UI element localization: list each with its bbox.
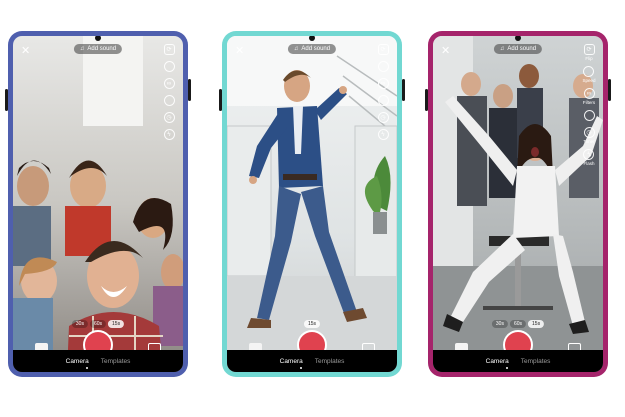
- bottom-tab-bar: Camera Templates: [433, 350, 603, 372]
- active-tab-indicator: [86, 367, 88, 369]
- close-icon[interactable]: ✕: [441, 46, 450, 57]
- timer-tool[interactable]: ◷: [163, 112, 175, 124]
- flash-icon: ϟ: [377, 129, 389, 140]
- bottom-tab-bar: Camera Templates: [227, 350, 397, 372]
- filters-icon: ∞: [583, 88, 595, 99]
- phone-frame-2: ✕ ♫Add sound ⟳ ∞ ◷ ϟ 15s Effects Upload …: [219, 31, 405, 377]
- phone-side-button: [188, 79, 191, 101]
- filters-tool[interactable]: ∞ Filters: [583, 88, 595, 105]
- flip-icon: ⟳: [583, 44, 595, 55]
- duration-selector: 30s 60s 15s: [71, 320, 125, 328]
- camera-tools-toolbar: ⟳ ∞ ◷ ϟ: [160, 44, 178, 141]
- tab-templates[interactable]: Templates: [521, 358, 551, 365]
- beauty-tool[interactable]: [583, 110, 595, 122]
- flip-icon: ⟳: [377, 44, 389, 55]
- flip-tool[interactable]: ⟳: [163, 44, 175, 56]
- flash-icon: ϟ: [163, 129, 175, 140]
- close-icon[interactable]: ✕: [21, 46, 30, 57]
- camera-tools-toolbar: ⟳ ∞ ◷ ϟ: [374, 44, 392, 141]
- flash-tool[interactable]: ϟ: [163, 129, 175, 141]
- timer-tool[interactable]: ◷ Timer: [583, 127, 595, 144]
- flip-icon: ⟳: [163, 44, 175, 55]
- add-sound-button[interactable]: ♫ Add sound: [73, 44, 123, 54]
- music-note-icon: ♫: [293, 46, 299, 52]
- music-note-icon: ♫: [79, 46, 85, 52]
- camera-screen-1: ✕ ♫Add sound ⟳ ∞ ◷ ϟ 30s 60s 15s Effects…: [13, 36, 183, 372]
- duration-option-selected[interactable]: 15s: [108, 320, 125, 328]
- close-icon[interactable]: ✕: [235, 46, 244, 57]
- music-note-icon: ♫: [499, 46, 505, 52]
- speed-tool[interactable]: [163, 61, 175, 73]
- add-sound-button[interactable]: ♫ Add sound: [287, 44, 337, 54]
- duration-option-selected[interactable]: 15s: [303, 320, 321, 328]
- timer-icon: ◷: [377, 112, 389, 123]
- duration-option[interactable]: 30s: [71, 320, 88, 328]
- flip-tool[interactable]: ⟳ Flip: [583, 44, 595, 61]
- beauty-icon: [163, 95, 175, 106]
- tab-camera[interactable]: Camera: [280, 358, 303, 365]
- phone-side-button: [5, 89, 8, 111]
- duration-option[interactable]: 30s: [491, 320, 508, 328]
- phone-side-button: [219, 89, 222, 111]
- speed-icon: [163, 61, 175, 72]
- duration-option-selected[interactable]: 15s: [528, 320, 545, 328]
- add-sound-button[interactable]: ♫ Add sound: [493, 44, 543, 54]
- beauty-tool[interactable]: [163, 95, 175, 107]
- timer-tool[interactable]: ◷: [377, 112, 389, 124]
- flash-icon: ϟ: [583, 149, 595, 160]
- active-tab-indicator: [300, 367, 302, 369]
- duration-selector: 30s 60s 15s: [491, 320, 545, 328]
- flash-tool[interactable]: ϟ: [377, 129, 389, 141]
- tab-templates[interactable]: Templates: [315, 358, 345, 365]
- camera-tools-toolbar: ⟳ Flip Speed ∞ Filters ◷ Timer ϟ Flash: [580, 44, 598, 166]
- add-sound-label: Add sound: [87, 46, 117, 52]
- filters-tool[interactable]: ∞: [163, 78, 175, 90]
- bottom-tab-bar: Camera Templates: [13, 350, 183, 372]
- camera-screen-2: ✕ ♫Add sound ⟳ ∞ ◷ ϟ 15s Effects Upload …: [227, 36, 397, 372]
- beauty-tool[interactable]: [377, 95, 389, 107]
- add-sound-label: Add sound: [301, 46, 331, 52]
- active-tab-indicator: [506, 367, 508, 369]
- phone-frame-1: ✕ ♫Add sound ⟳ ∞ ◷ ϟ 30s 60s 15s Effects…: [5, 31, 191, 377]
- timer-icon: ◷: [583, 127, 595, 138]
- camera-screen-3: ✕ ♫ Add sound ⟳ Flip Speed ∞ Filters ◷ Timer…: [433, 36, 603, 372]
- filters-icon: ∞: [163, 78, 175, 89]
- phone-side-button: [425, 89, 428, 111]
- phone-side-button: [608, 79, 611, 101]
- filters-icon: ∞: [377, 78, 389, 89]
- tab-templates[interactable]: Templates: [101, 358, 131, 365]
- duration-selector: 15s: [303, 320, 321, 328]
- phone-side-button: [402, 79, 405, 101]
- duration-option[interactable]: 60s: [509, 320, 527, 328]
- timer-icon: ◷: [163, 112, 175, 123]
- speed-icon: [377, 61, 389, 72]
- filters-tool[interactable]: ∞: [377, 78, 389, 90]
- speed-tool[interactable]: Speed: [582, 66, 596, 83]
- beauty-icon: [377, 95, 389, 106]
- tab-camera[interactable]: Camera: [486, 358, 509, 365]
- flash-tool[interactable]: ϟ Flash: [583, 149, 595, 166]
- duration-option[interactable]: 60s: [89, 320, 107, 328]
- speed-tool[interactable]: [377, 61, 389, 73]
- add-sound-label: Add sound: [507, 46, 537, 52]
- phone-frame-3: ✕ ♫ Add sound ⟳ Flip Speed ∞ Filters ◷ Timer…: [425, 31, 611, 377]
- flip-tool[interactable]: ⟳: [377, 44, 389, 56]
- speed-icon: [583, 66, 595, 77]
- tab-camera[interactable]: Camera: [66, 358, 89, 365]
- beauty-icon: [583, 110, 595, 121]
